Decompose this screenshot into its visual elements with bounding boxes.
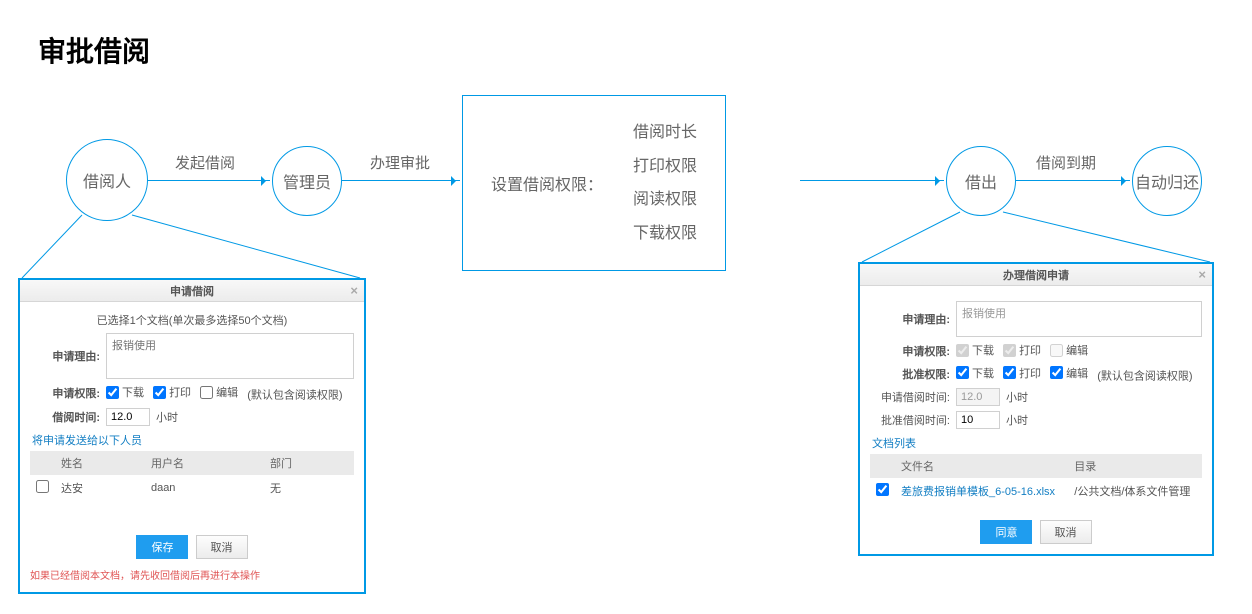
dlg2-approve-cb-edit[interactable] <box>1050 366 1063 379</box>
dlg1-sendto-title: 将申请发送给以下人员 <box>32 432 354 448</box>
close-icon[interactable]: × <box>350 283 358 298</box>
arrow-c-label: 借阅到期 <box>1036 152 1096 173</box>
dlg1-col-name: 姓名 <box>55 451 145 475</box>
dlg2-row-cb[interactable] <box>876 483 889 496</box>
dialog-handle-borrow: 办理借阅申请 × 申请理由: 报销使用 申请权限: 下载 打印 编辑 批准权限:… <box>858 262 1214 556</box>
perm-opt-duration: 借阅时长 <box>633 116 697 150</box>
dlg1-cb-print[interactable] <box>153 386 166 399</box>
node-lendout: 借出 <box>946 146 1016 216</box>
dlg1-cb-download[interactable] <box>106 386 119 399</box>
perm-box-label: 设置借阅权限： <box>491 171 603 195</box>
perm-options: 借阅时长 打印权限 阅读权限 下载权限 <box>633 116 697 250</box>
dlg2-apply-cb-print-label: 打印 <box>1019 342 1041 358</box>
perm-opt-download: 下载权限 <box>633 217 697 251</box>
perm-opt-read: 阅读权限 <box>633 183 697 217</box>
arrow-a-label: 发起借阅 <box>175 152 235 173</box>
cancel-button[interactable]: 取消 <box>1040 520 1092 544</box>
dlg1-time-label: 借阅时间: <box>30 409 106 425</box>
dlg1-cb-edit[interactable] <box>200 386 213 399</box>
dlg1-cb-print-label: 打印 <box>169 384 191 400</box>
node-borrower-label: 借阅人 <box>83 168 131 192</box>
node-lendout-label: 借出 <box>965 169 997 193</box>
table-row[interactable]: 达安 daan 无 <box>30 475 354 501</box>
dlg1-perm-label: 申请权限: <box>30 385 106 401</box>
dlg2-approvetime-unit: 小时 <box>1006 412 1028 428</box>
dlg1-row-name: 达安 <box>55 475 145 501</box>
dlg2-applytime-unit: 小时 <box>1006 389 1028 405</box>
dlg2-approve-cb-download[interactable] <box>956 366 969 379</box>
dlg1-reason-input[interactable] <box>106 333 354 379</box>
node-admin: 管理员 <box>272 146 342 216</box>
dlg1-row-cb[interactable] <box>36 480 49 493</box>
dlg2-row-file[interactable]: 差旅费报销单模板_6-05-16.xlsx <box>895 478 1068 504</box>
dlg2-applytime-label: 申请借阅时间: <box>870 389 956 405</box>
dialog-apply-borrow: 申请借阅 × 已选择1个文档(单次最多选择50个文档) 申请理由: 申请权限: … <box>18 278 366 594</box>
node-borrower: 借阅人 <box>66 139 148 221</box>
dlg2-approve-cb-download-label: 下载 <box>972 365 994 381</box>
dlg2-doclist-title: 文档列表 <box>872 435 1202 451</box>
dlg2-row-dir: /公共文档/体系文件管理 <box>1068 478 1202 504</box>
dlg2-table: 文件名 目录 差旅费报销单模板_6-05-16.xlsx /公共文档/体系文件管… <box>870 454 1202 504</box>
dlg1-row-user: daan <box>145 475 264 501</box>
arrow-b <box>342 180 460 181</box>
dlg2-titlebar: 办理借阅申请 × <box>860 264 1212 286</box>
dlg1-perm-hint: (默认包含阅读权限) <box>247 390 342 402</box>
dlg2-apply-cb-edit <box>1050 344 1063 357</box>
node-autoreturn-label: 自动归还 <box>1135 169 1199 193</box>
arrow-b-label: 办理审批 <box>370 152 430 173</box>
dlg2-apply-cb-download-label: 下载 <box>972 342 994 358</box>
node-admin-label: 管理员 <box>283 169 331 193</box>
close-icon[interactable]: × <box>1198 267 1206 282</box>
cancel-button[interactable]: 取消 <box>196 535 248 559</box>
arrow-c <box>1016 180 1130 181</box>
perm-opt-print: 打印权限 <box>633 150 697 184</box>
dlg1-selected-info: 已选择1个文档(单次最多选择50个文档) <box>30 312 354 328</box>
dlg1-row-dept: 无 <box>264 475 354 501</box>
dlg1-warning: 如果已经借阅本文档，请先收回借阅后再进行本操作 <box>30 567 354 582</box>
dlg2-approve-cb-print-label: 打印 <box>1019 365 1041 381</box>
dlg2-reason-label: 申请理由: <box>870 311 956 327</box>
save-button[interactable]: 保存 <box>136 535 188 559</box>
dlg2-applyperm-label: 申请权限: <box>870 343 956 359</box>
page-title: 审批借阅 <box>38 30 150 70</box>
dlg1-titlebar: 申请借阅 × <box>20 280 364 302</box>
dlg1-reason-label: 申请理由: <box>30 348 106 364</box>
dlg1-col-dept: 部门 <box>264 451 354 475</box>
dlg2-approve-cb-edit-label: 编辑 <box>1066 365 1088 381</box>
dlg2-apply-cb-download <box>956 344 969 357</box>
dlg1-time-input[interactable] <box>106 408 150 426</box>
arrow-rect-to-lend <box>800 180 944 181</box>
dlg2-applytime-input <box>956 388 1000 406</box>
dlg2-approve-hint: (默认包含阅读权限) <box>1097 370 1192 382</box>
dlg2-apply-cb-edit-label: 编辑 <box>1066 342 1088 358</box>
dlg2-col-dir: 目录 <box>1068 454 1202 478</box>
dlg2-approvetime-label: 批准借阅时间: <box>870 412 956 428</box>
dlg2-reason-input: 报销使用 <box>956 301 1202 337</box>
dlg2-col-file: 文件名 <box>895 454 1068 478</box>
node-autoreturn: 自动归还 <box>1132 146 1202 216</box>
table-row[interactable]: 差旅费报销单模板_6-05-16.xlsx /公共文档/体系文件管理 <box>870 478 1202 504</box>
dlg2-approvetime-input[interactable] <box>956 411 1000 429</box>
dlg2-approveperm-label: 批准权限: <box>870 366 956 382</box>
dlg1-table: 姓名 用户名 部门 达安 daan 无 <box>30 451 354 501</box>
dlg1-col-user: 用户名 <box>145 451 264 475</box>
dlg1-cb-edit-label: 编辑 <box>216 384 238 400</box>
dlg1-title: 申请借阅 <box>170 283 214 299</box>
dlg2-apply-cb-print <box>1003 344 1016 357</box>
arrow-a <box>148 180 270 181</box>
dlg2-approve-cb-print[interactable] <box>1003 366 1016 379</box>
dlg2-title: 办理借阅申请 <box>1003 267 1069 283</box>
dlg1-time-unit: 小时 <box>156 409 178 425</box>
agree-button[interactable]: 同意 <box>980 520 1032 544</box>
dlg1-cb-download-label: 下载 <box>122 384 144 400</box>
node-permission-box: 设置借阅权限： 借阅时长 打印权限 阅读权限 下载权限 <box>462 95 726 271</box>
